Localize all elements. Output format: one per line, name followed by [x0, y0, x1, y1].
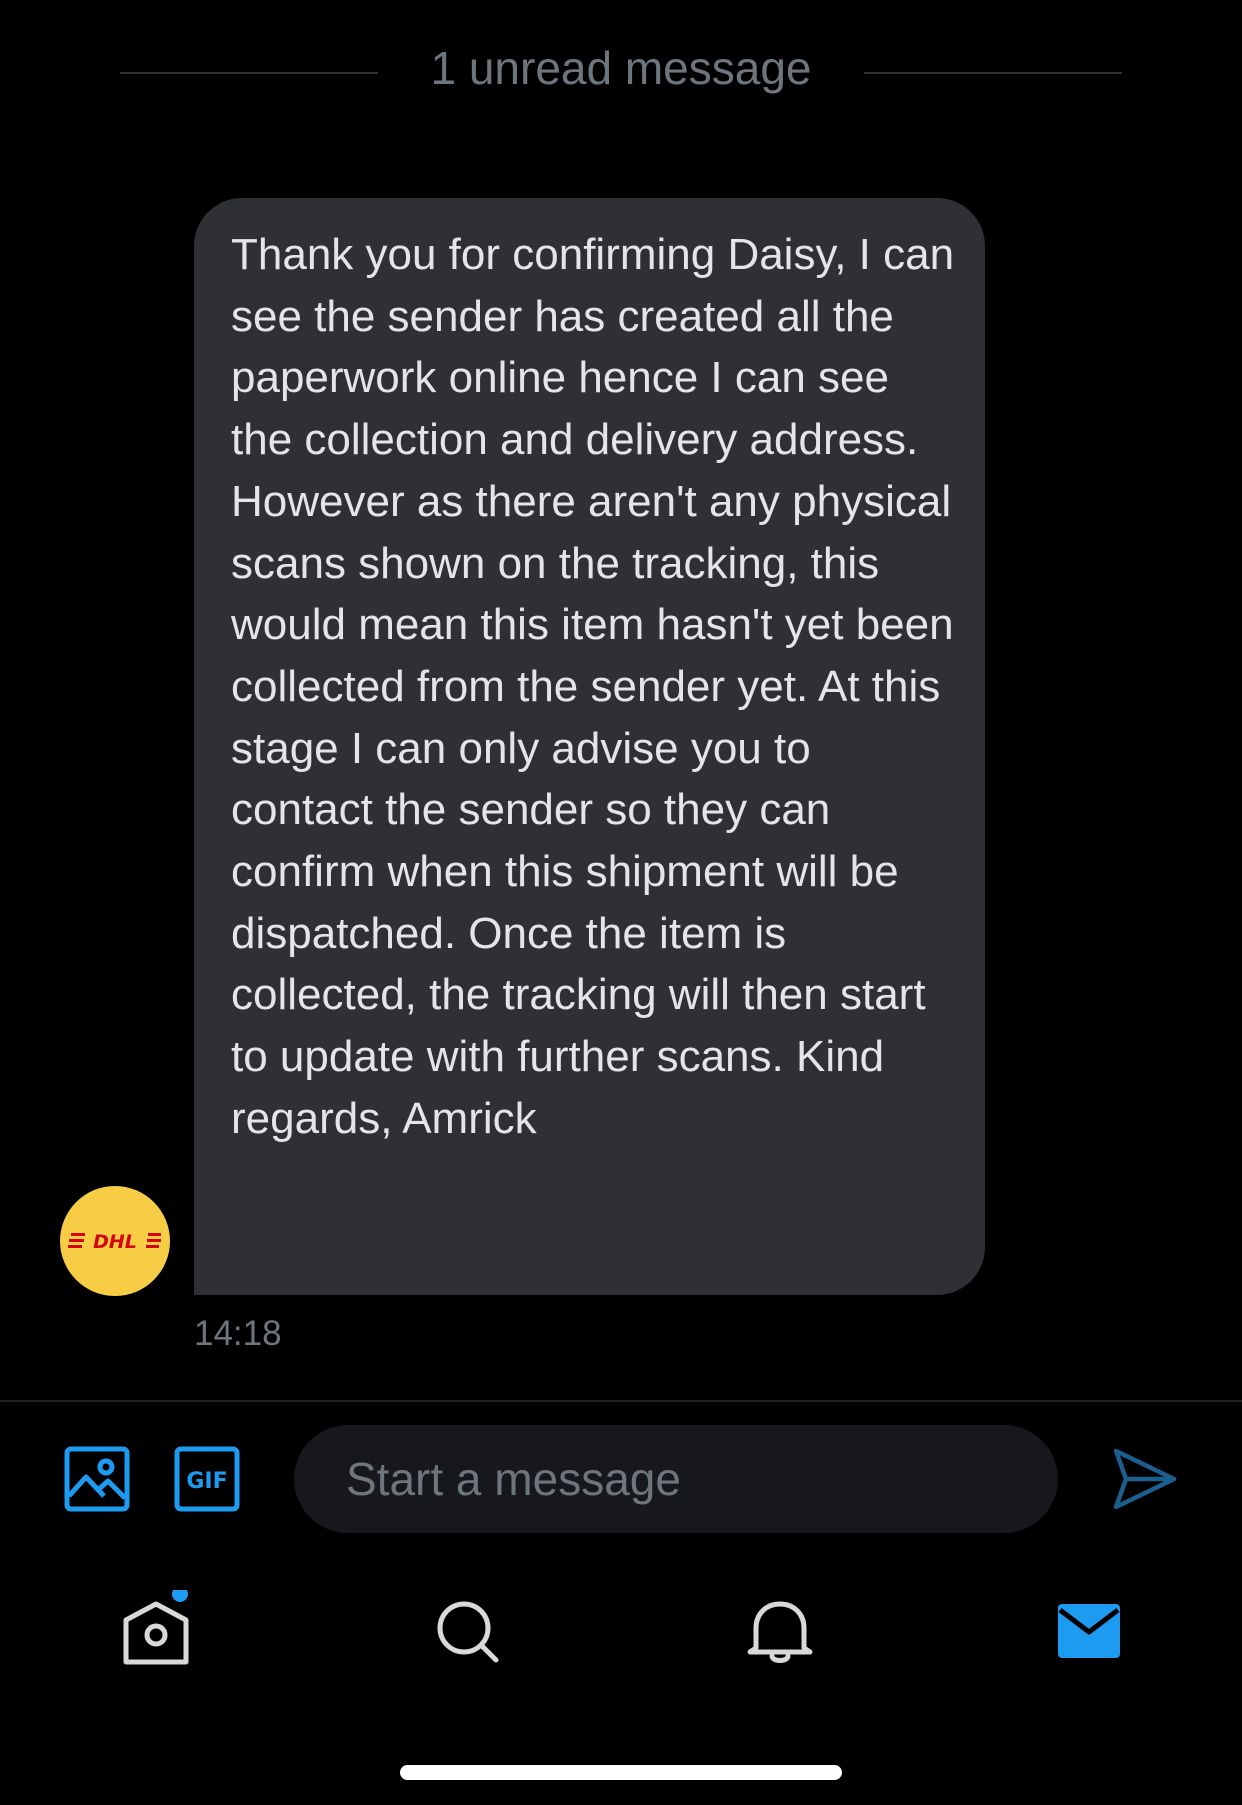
avatar[interactable]: DHL — [60, 1186, 170, 1296]
tab-messages[interactable] — [1048, 1590, 1128, 1670]
unread-label: 1 unread message — [430, 42, 812, 94]
home-indicator — [400, 1765, 842, 1780]
dhl-logo-icon: DHL — [68, 1231, 161, 1253]
image-button[interactable] — [64, 1446, 130, 1512]
unread-divider: 1 unread message — [120, 38, 1122, 98]
tab-notifications[interactable] — [740, 1590, 820, 1670]
message-timestamp: 14:18 — [194, 1314, 282, 1353]
send-icon — [1113, 1448, 1177, 1510]
image-icon — [64, 1446, 130, 1512]
tab-search[interactable] — [428, 1590, 508, 1670]
gif-icon: GIF — [174, 1446, 240, 1512]
gif-button[interactable]: GIF — [174, 1446, 240, 1512]
search-icon — [437, 1601, 499, 1663]
send-button[interactable] — [1108, 1443, 1180, 1515]
mail-icon — [1058, 1604, 1120, 1658]
message-text: Thank you for confirming Daisy, I can se… — [231, 230, 955, 1143]
notification-dot — [172, 1586, 188, 1602]
message-bubble[interactable]: Thank you for confirming Daisy, I can se… — [194, 198, 985, 1295]
home-icon — [123, 1586, 189, 1665]
bell-icon — [747, 1601, 813, 1663]
divider-line — [864, 72, 1122, 74]
brand-text: DHL — [93, 1231, 137, 1253]
message-input[interactable] — [294, 1425, 1058, 1533]
gif-label: GIF — [186, 1469, 227, 1494]
composer-divider — [0, 1400, 1242, 1402]
tab-home[interactable] — [116, 1586, 196, 1670]
